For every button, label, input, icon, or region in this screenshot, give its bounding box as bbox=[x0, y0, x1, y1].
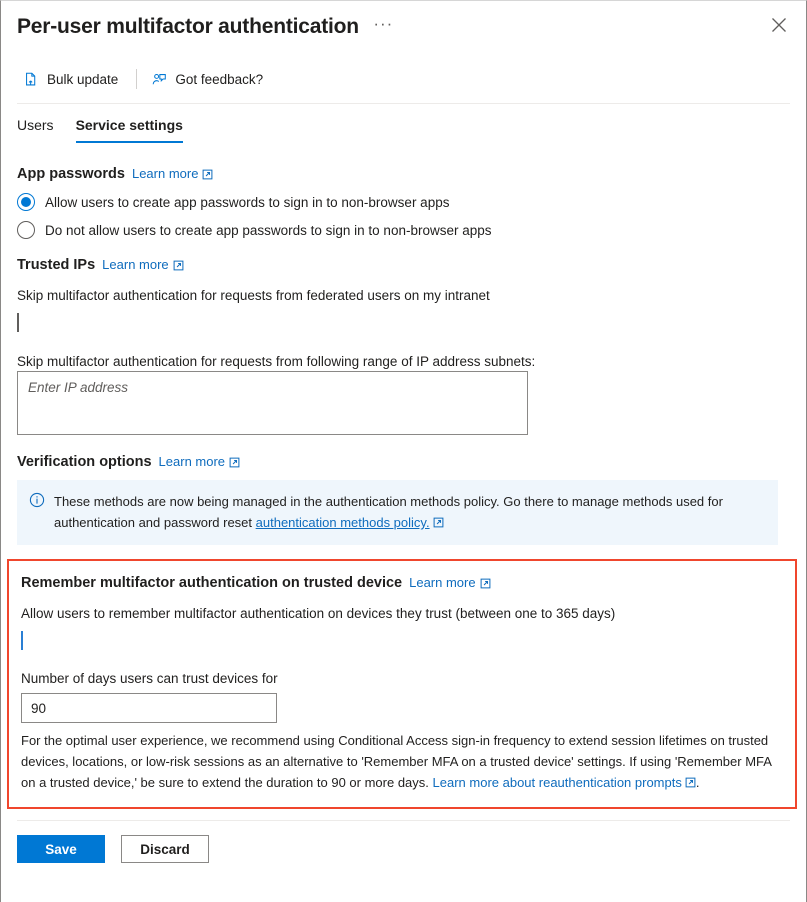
authentication-methods-policy-link[interactable]: authentication methods policy. bbox=[256, 515, 430, 530]
radio-disallow-app-passwords[interactable] bbox=[17, 221, 35, 239]
external-link-icon bbox=[480, 577, 491, 589]
app-password-option-allow[interactable]: Allow users to create app passwords to s… bbox=[17, 193, 790, 211]
auth-methods-info-banner: These methods are now being managed in t… bbox=[17, 480, 778, 545]
external-link-icon bbox=[433, 513, 444, 528]
remember-mfa-heading: Remember multifactor authentication on t… bbox=[21, 575, 783, 591]
allow-remember-mfa-label: Allow users to remember multifactor auth… bbox=[21, 606, 616, 621]
remember-mfa-highlight-box: Remember multifactor authentication on t… bbox=[7, 559, 797, 809]
got-feedback-label: Got feedback? bbox=[175, 71, 264, 87]
per-user-mfa-panel: Per-user multifactor authentication ··· … bbox=[0, 0, 807, 902]
checkbox-skip-mfa-federated[interactable] bbox=[17, 313, 19, 332]
app-password-option-disallow[interactable]: Do not allow users to create app passwor… bbox=[17, 221, 790, 239]
ip-address-input[interactable] bbox=[17, 371, 528, 435]
external-link-icon bbox=[229, 456, 240, 468]
verification-options-heading: Verification options Learn more bbox=[17, 454, 790, 470]
external-link-icon bbox=[173, 259, 184, 271]
trust-days-input[interactable] bbox=[21, 693, 277, 723]
verification-options-title: Verification options bbox=[17, 454, 152, 470]
panel-footer: Save Discard bbox=[1, 821, 806, 863]
tab-users[interactable]: Users bbox=[17, 116, 54, 143]
app-passwords-learn-more-link[interactable]: Learn more bbox=[132, 166, 213, 181]
bulk-update-label: Bulk update bbox=[47, 71, 119, 87]
radio-allow-app-passwords-label: Allow users to create app passwords to s… bbox=[45, 194, 450, 210]
learn-more-label: Learn more bbox=[102, 257, 169, 272]
radio-allow-app-passwords[interactable] bbox=[17, 193, 35, 211]
learn-more-label: Learn more bbox=[158, 454, 226, 469]
verification-options-learn-more-link[interactable]: Learn more bbox=[159, 454, 240, 469]
remember-mfa-recommendation-note: For the optimal user experience, we reco… bbox=[21, 730, 783, 793]
remember-mfa-learn-more-link[interactable]: Learn more bbox=[409, 575, 490, 590]
learn-more-label: Learn more bbox=[409, 575, 476, 590]
discard-button[interactable]: Discard bbox=[121, 835, 209, 863]
trusted-ips-title: Trusted IPs bbox=[17, 257, 96, 273]
bulk-update-button[interactable]: Bulk update bbox=[17, 65, 128, 94]
app-passwords-title: App passwords bbox=[17, 166, 125, 182]
page-title: Per-user multifactor authentication bbox=[17, 15, 359, 38]
app-passwords-heading: App passwords Learn more bbox=[17, 166, 790, 182]
external-link-icon bbox=[202, 168, 213, 180]
remember-mfa-title: Remember multifactor authentication on t… bbox=[21, 575, 403, 591]
ip-subnets-label: Skip multifactor authentication for requ… bbox=[17, 354, 536, 369]
document-upload-icon bbox=[23, 71, 40, 88]
command-bar: Bulk update Got feedback? bbox=[1, 61, 806, 97]
save-button[interactable]: Save bbox=[17, 835, 105, 863]
command-bar-divider bbox=[136, 69, 138, 89]
checkbox-allow-remember-mfa[interactable] bbox=[21, 631, 36, 650]
close-icon[interactable] bbox=[766, 12, 792, 38]
federated-users-label: Skip multifactor authentication for requ… bbox=[17, 288, 490, 303]
command-bar-rule bbox=[17, 103, 790, 104]
note-text-after: . bbox=[695, 775, 700, 790]
got-feedback-button[interactable]: Got feedback? bbox=[145, 65, 273, 94]
learn-more-label: Learn more bbox=[131, 166, 199, 181]
days-input-label: Number of days users can trust devices f… bbox=[21, 671, 278, 686]
tab-list: Users Service settings bbox=[1, 116, 806, 150]
trusted-ips-learn-more-link[interactable]: Learn more bbox=[102, 257, 184, 272]
reauthentication-prompts-link[interactable]: Learn more about reauthentication prompt… bbox=[433, 775, 682, 790]
radio-disallow-app-passwords-label: Do not allow users to create app passwor… bbox=[45, 222, 492, 238]
trusted-ips-heading: Trusted IPs Learn more bbox=[17, 257, 790, 273]
person-feedback-icon bbox=[151, 71, 168, 88]
ellipsis-icon[interactable]: ··· bbox=[373, 15, 393, 32]
info-icon bbox=[29, 492, 45, 508]
settings-content: App passwords Learn more Allow users to … bbox=[1, 166, 806, 809]
banner-text: These methods are now being managed in t… bbox=[54, 491, 766, 533]
tab-service-settings[interactable]: Service settings bbox=[75, 116, 184, 143]
panel-header: Per-user multifactor authentication ··· bbox=[1, 1, 806, 53]
external-link-icon bbox=[685, 773, 696, 788]
